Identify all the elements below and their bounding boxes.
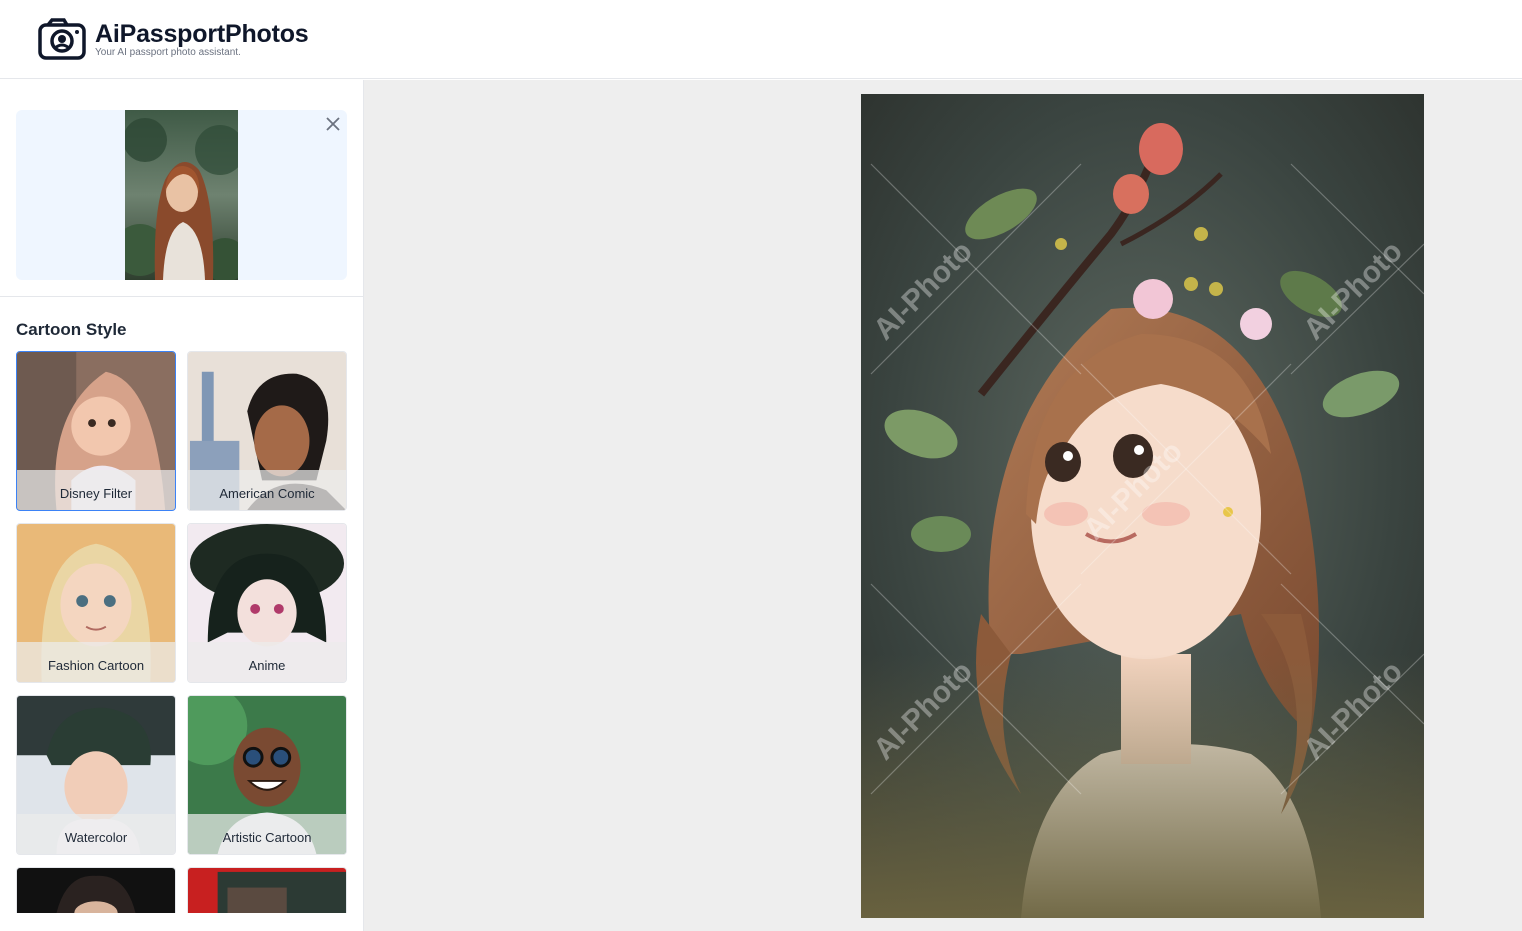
style-label: Disney Filter (17, 470, 175, 510)
style-card-fashion-cartoon[interactable]: Fashion Cartoon (16, 523, 176, 683)
close-icon[interactable] (325, 116, 341, 132)
brand-title: AiPassportPhotos (95, 19, 309, 48)
camera-icon (38, 18, 86, 60)
result-image: AI-Photo AI-Photo AI-Photo AI-Photo AI-P… (861, 94, 1424, 918)
main-canvas: AI-Photo AI-Photo AI-Photo AI-Photo AI-P… (364, 80, 1522, 931)
style-card-disney-filter[interactable]: Disney Filter (16, 351, 176, 511)
top-header: AiPassportPhotos Your AI passport photo … (0, 0, 1522, 79)
style-label: American Comic (188, 470, 346, 510)
style-label: Anime (188, 642, 346, 682)
style-card-artistic-cartoon[interactable]: Artistic Cartoon (187, 695, 347, 855)
style-label: Artistic Cartoon (188, 814, 346, 854)
style-card-watercolor[interactable]: Watercolor (16, 695, 176, 855)
style-card-more-1[interactable] (16, 867, 176, 913)
style-label: Watercolor (17, 814, 175, 854)
left-sidebar: Cartoon Style Disney Filter American Com… (0, 80, 364, 931)
brand-subtitle: Your AI passport photo assistant. (95, 46, 241, 58)
style-card-more-2[interactable] (187, 867, 347, 913)
divider (0, 296, 363, 297)
style-thumbnail (188, 868, 346, 913)
uploaded-photo (125, 110, 238, 280)
style-card-anime[interactable]: Anime (187, 523, 347, 683)
uploaded-photo-image (125, 110, 238, 280)
style-label: Fashion Cartoon (17, 642, 175, 682)
style-card-american-comic[interactable]: American Comic (187, 351, 347, 511)
section-title: Cartoon Style (16, 320, 127, 339)
style-thumbnail (17, 868, 175, 913)
brand-logo[interactable]: AiPassportPhotos Your AI passport photo … (38, 18, 309, 60)
uploaded-photo-card (16, 110, 347, 280)
